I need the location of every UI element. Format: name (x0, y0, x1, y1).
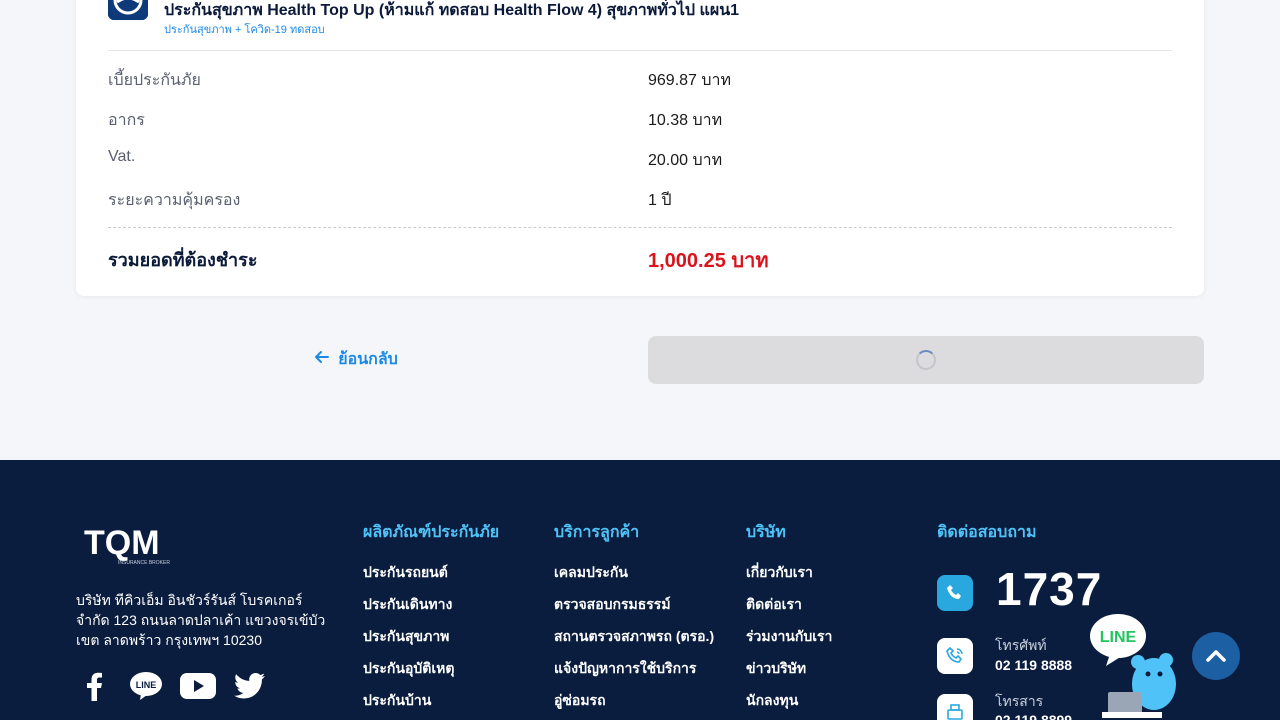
contact-heading: ติดต่อสอบถาม (937, 524, 1037, 541)
svg-text:LINE: LINE (1100, 629, 1137, 646)
site-footer: TQM INSURANCE BROKER บริษัท ทีคิวเอ็ม อิ… (0, 460, 1280, 720)
vat-label: Vat. (108, 148, 136, 165)
customer-service-heading: บริการลูกค้า (554, 524, 640, 541)
footer-link-inspection-station[interactable]: สถานตรวจสภาพรถ (ตรอ.) (554, 626, 714, 648)
footer-link-health-insurance[interactable]: ประกันสุขภาพ (363, 626, 449, 648)
divider (108, 50, 1172, 51)
insurer-logo (108, 0, 148, 20)
coverage-period-label: ระยะความคุ้มครอง (108, 192, 241, 209)
footer-link-news[interactable]: ข่าวบริษัท (746, 658, 806, 680)
fax-icon (937, 694, 973, 720)
svg-text:TQM: TQM (84, 524, 160, 562)
company-heading: บริษัท (746, 524, 786, 541)
svg-text:LINE: LINE (136, 680, 157, 690)
youtube-icon[interactable] (180, 668, 216, 704)
phone-label: โทรศัพท์ (995, 637, 1047, 653)
premium-value: 969.87 บาท (648, 72, 732, 89)
footer-link-accident-insurance[interactable]: ประกันอุบัติเหตุ (363, 658, 454, 680)
premium-summary-card: ประกันสุขภาพ Health Top Up (ห้ามแก้ ทดสอ… (76, 0, 1204, 296)
facebook-icon[interactable] (76, 668, 112, 704)
footer-link-travel-insurance[interactable]: ประกันเดินทาง (363, 594, 452, 616)
back-button-label: ย้อนกลับ (338, 350, 398, 368)
company-address: บริษัท ทีคิวเอ็ม อินชัวร์รันส์ โบรคเกอร์… (76, 592, 326, 648)
phone-call-icon (937, 638, 973, 674)
scroll-to-top-button[interactable] (1192, 632, 1240, 680)
total-label: รวมยอดที่ต้องชำระ (108, 250, 258, 270)
fax-label: โทรสาร (995, 693, 1044, 709)
submit-button[interactable] (648, 336, 1204, 384)
total-value: 1,000.25 บาท (648, 250, 769, 272)
loading-spinner-icon (916, 350, 936, 370)
footer-link-contact[interactable]: ติดต่อเรา (746, 594, 802, 616)
arrow-left-icon (314, 349, 330, 370)
stamp-duty-label: อากร (108, 112, 145, 129)
footer-link-check-policy[interactable]: ตรวจสอบกรมธรรม์ (554, 594, 671, 616)
phone-value[interactable]: 02 119 8888 (995, 657, 1072, 673)
premium-label: เบี้ยประกันภัย (108, 72, 201, 89)
product-subtitle: ประกันสุขภาพ + โควิด-19 ทดสอบ (164, 24, 325, 36)
line-icon[interactable]: LINE (128, 668, 164, 704)
chevron-up-icon (1206, 650, 1226, 662)
stamp-duty-value: 10.38 บาท (648, 112, 723, 129)
twitter-icon[interactable] (232, 668, 268, 704)
phone-icon (937, 575, 973, 611)
fax-value[interactable]: 02 119 8899 (995, 712, 1072, 720)
footer-link-investors[interactable]: นักลงทุน (746, 690, 798, 712)
svg-text:INSURANCE BROKER: INSURANCE BROKER (118, 560, 170, 566)
back-button[interactable]: ย้อนกลับ (296, 336, 416, 382)
footer-link-home-insurance[interactable]: ประกันบ้าน (363, 690, 431, 712)
footer-link-careers[interactable]: ร่วมงานกับเรา (746, 626, 832, 648)
footer-link-car-insurance[interactable]: ประกันรถยนต์ (363, 562, 448, 584)
hotline-number[interactable]: 1737 (996, 562, 1102, 616)
tqm-logo[interactable]: TQM INSURANCE BROKER (84, 522, 194, 571)
vat-value: 20.00 บาท (648, 152, 723, 169)
total-divider (108, 227, 1172, 228)
footer-link-about[interactable]: เกี่ยวกับเรา (746, 562, 813, 584)
line-chat-mascot[interactable]: LINE (1088, 610, 1184, 720)
footer-link-garage[interactable]: อู่ซ่อมรถ (554, 690, 606, 712)
footer-link-report-issue[interactable]: แจ้งปัญหาการใช้บริการ (554, 658, 696, 680)
coverage-period-value: 1 ปี (648, 192, 672, 209)
products-heading: ผลิตภัณฑ์ประกันภัย (363, 524, 500, 541)
footer-link-claim[interactable]: เคลมประกัน (554, 562, 628, 584)
